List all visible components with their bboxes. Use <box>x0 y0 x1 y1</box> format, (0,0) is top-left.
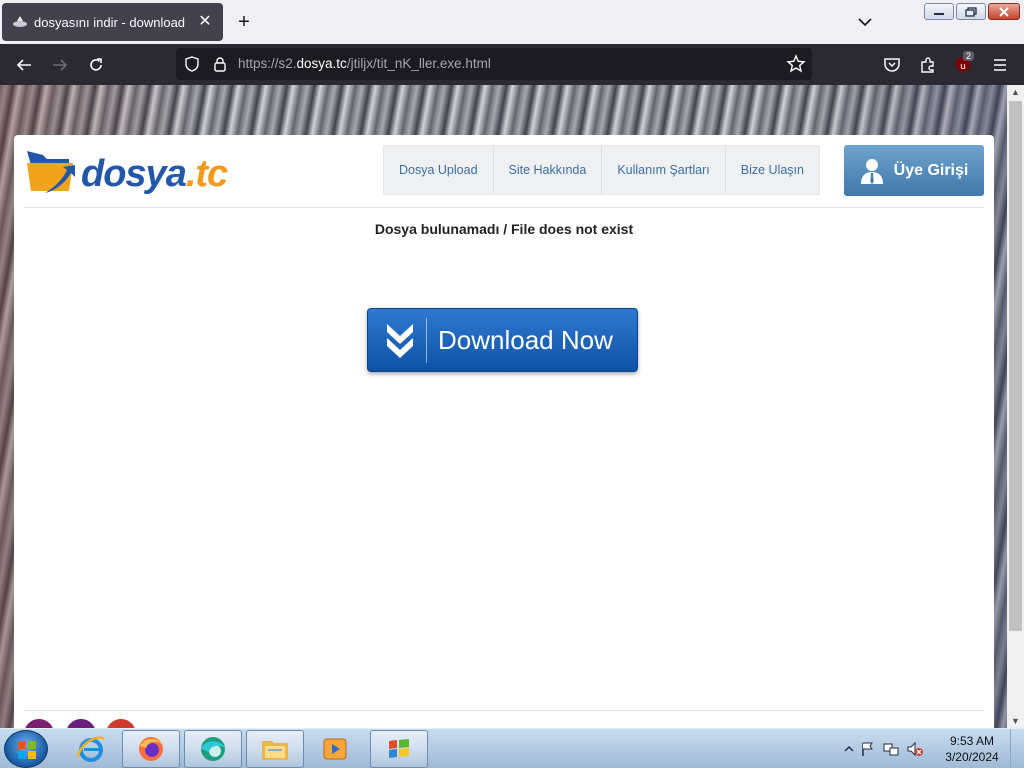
file-explorer-icon <box>262 741 288 760</box>
header-divider <box>24 207 984 208</box>
download-favicon-icon <box>13 16 27 27</box>
windows-logo-icon <box>18 741 36 759</box>
browser-tab-active[interactable]: dosyasını indir - download ✕ <box>2 3 223 41</box>
scroll-down-icon[interactable]: ▼ <box>1011 716 1020 726</box>
new-tab-icon[interactable]: + <box>234 12 254 32</box>
page-scrollbar[interactable]: ▲ ▼ <box>1007 85 1024 728</box>
puzzle-piece-icon <box>921 57 934 73</box>
back-arrow-icon <box>16 59 31 71</box>
show-hidden-icons-chevron-icon[interactable] <box>844 744 854 754</box>
show-desktop-button[interactable] <box>1010 729 1024 768</box>
minimize-button[interactable] <box>924 3 954 20</box>
scrollbar-thumb[interactable] <box>1009 101 1022 631</box>
page-viewport: dosya.tc Dosya Upload Site Hakkında Kull… <box>0 85 1007 728</box>
window-close-button[interactable] <box>988 3 1020 20</box>
forward-arrow-icon <box>53 59 68 71</box>
button-separator <box>426 318 427 363</box>
double-chevron-down-icon <box>387 324 413 358</box>
scroll-up-icon[interactable]: ▲ <box>1011 87 1020 97</box>
app-menu-button[interactable] <box>988 53 1012 77</box>
clock-date: 3/20/2024 <box>945 750 999 764</box>
clock-time: 9:53 AM <box>949 734 995 748</box>
tab-close-icon[interactable]: ✕ <box>195 12 215 32</box>
list-all-tabs-icon[interactable] <box>855 12 875 32</box>
windows-taskbar: 9:53 AM 3/20/2024 <box>0 728 1024 768</box>
forward-button[interactable] <box>48 53 72 77</box>
logo-wordmark: dosya.tc <box>81 153 228 196</box>
system-clock[interactable]: 9:53 AM 3/20/2024 <box>938 733 1006 765</box>
windows-flag-icon <box>389 739 409 758</box>
restore-icon <box>965 6 977 17</box>
nav-item-site-hakkinda[interactable]: Site Hakkında <box>494 146 603 194</box>
url-path: /jtiljx/tit_nK_ller.exe.html <box>346 56 491 71</box>
bookmark-star-icon[interactable] <box>786 54 806 74</box>
nav-item-kullanim-sartlari[interactable]: Kullanım Şartları <box>602 146 726 194</box>
edge-icon <box>201 737 225 761</box>
nav-item-bize-ulasin[interactable]: Bize Ulaşın <box>726 146 819 194</box>
logo-accent-text: .tc <box>185 153 228 195</box>
volume-muted-icon[interactable] <box>906 741 924 757</box>
start-button[interactable] <box>4 730 48 768</box>
reload-button[interactable] <box>84 53 108 77</box>
url-prefix: https://s2. <box>238 56 297 71</box>
social-icon-2[interactable] <box>66 719 96 728</box>
url-text[interactable]: https://s2.dosya.tc/jtiljx/tit_nK_ller.e… <box>238 56 491 71</box>
internet-explorer-icon <box>76 736 105 762</box>
system-tray <box>844 741 924 757</box>
taskbar-firefox[interactable] <box>122 730 180 768</box>
user-icon <box>860 158 883 184</box>
back-button[interactable] <box>12 53 36 77</box>
taskbar-internet-explorer[interactable] <box>62 730 120 768</box>
social-icon-1[interactable] <box>24 719 54 728</box>
taskbar-windows-program[interactable] <box>370 730 428 768</box>
pocket-icon <box>884 58 900 72</box>
taskbar-edge[interactable] <box>184 730 242 768</box>
nav-item-dosya-upload[interactable]: Dosya Upload <box>384 146 494 194</box>
network-icon[interactable] <box>882 741 900 757</box>
media-player-icon <box>323 738 347 760</box>
close-icon <box>999 6 1009 17</box>
url-domain: dosya.tc <box>296 56 347 71</box>
download-now-label: Download Now <box>438 325 613 355</box>
site-logo[interactable]: dosya.tc <box>25 147 228 197</box>
restore-button[interactable] <box>956 3 986 20</box>
taskbar-media-player[interactable] <box>306 730 364 768</box>
pocket-button[interactable] <box>880 53 904 77</box>
svg-text:u: u <box>960 62 966 72</box>
tab-strip: dosyasını indir - download ✕ + <box>0 0 1024 44</box>
address-bar[interactable]: https://s2.dosya.tc/jtiljx/tit_nK_ller.e… <box>176 48 812 80</box>
minimize-icon <box>934 12 944 15</box>
site-nav-menu: Dosya Upload Site Hakkında Kullanım Şart… <box>383 145 820 195</box>
taskbar-file-explorer[interactable] <box>246 730 304 768</box>
footer-divider <box>24 710 984 711</box>
file-not-found-message: Dosya bulunamadı / File does not exist <box>374 221 634 237</box>
lock-icon[interactable] <box>212 56 228 72</box>
folder-logo-icon <box>27 151 75 193</box>
firefox-icon <box>139 737 163 761</box>
tracking-protection-shield-icon[interactable] <box>184 56 200 72</box>
login-label: Üye Girişi <box>893 161 969 179</box>
download-now-button[interactable]: Download Now <box>367 308 638 372</box>
extension-count-badge: 2 <box>963 51 975 61</box>
social-icon-3[interactable] <box>106 719 136 728</box>
hamburger-menu-icon <box>994 59 1006 71</box>
member-login-button[interactable]: Üye Girişi <box>844 145 984 196</box>
extensions-button[interactable] <box>916 53 940 77</box>
logo-main-text: dosya <box>81 153 187 195</box>
action-center-flag-icon[interactable] <box>860 741 876 757</box>
navigation-toolbar: https://s2.dosya.tc/jtiljx/tit_nK_ller.e… <box>0 44 1024 85</box>
tab-title: dosyasını indir - download <box>34 15 186 30</box>
site-container: dosya.tc Dosya Upload Site Hakkında Kull… <box>14 135 994 728</box>
reload-icon <box>90 58 102 71</box>
window-controls <box>924 3 1020 20</box>
